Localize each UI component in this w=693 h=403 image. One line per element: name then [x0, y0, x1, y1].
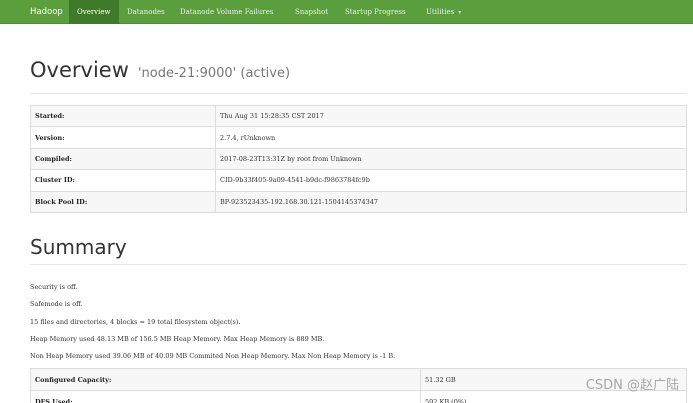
- summary-line: 15 files and directories, 4 blocks = 19 …: [30, 318, 241, 326]
- overview-heading: Overview: [30, 58, 129, 82]
- watermark: CSDN @赵广陆: [585, 378, 679, 393]
- row-key: Version:: [30, 126, 216, 149]
- table-row: Block Pool ID: BP-923523435-192.168.30.1…: [30, 190, 687, 213]
- nav-utilities[interactable]: Utilities ▾: [426, 0, 461, 24]
- summary-heading: Summary: [30, 235, 127, 259]
- divider: [30, 264, 687, 265]
- chevron-down-icon: ▾: [458, 9, 462, 16]
- row-key: Block Pool ID:: [30, 190, 216, 213]
- row-value: 2017-08-23T13:31Z by root from Unknown: [215, 147, 687, 171]
- row-value: BP-923523435-192.168.30.121-150414537434…: [215, 190, 687, 213]
- row-value: CID-9b33f405-9a09-4541-b9dc-f9863784fc9b: [215, 169, 687, 192]
- nav-datanode-volume-failures[interactable]: Datanode Volume Failures: [180, 0, 273, 24]
- row-key: Cluster ID:: [30, 169, 216, 192]
- table-row: Cluster ID: CID-9b33f405-9a09-4541-b9dc-…: [30, 169, 687, 192]
- top-navbar: Hadoop Overview Datanodes Datanode Volum…: [0, 0, 693, 24]
- brand-logo[interactable]: Hadoop: [0, 0, 70, 24]
- table-row: Started: Thu Aug 31 15:28:35 CST 2017: [30, 104, 687, 128]
- row-key: DFS Used:: [30, 390, 421, 403]
- overview-table: Started: Thu Aug 31 15:28:35 CST 2017 Ve…: [30, 104, 687, 213]
- nav-datanodes[interactable]: Datanodes: [127, 0, 165, 24]
- nav-startup-progress[interactable]: Startup Progress: [345, 0, 406, 24]
- row-key: Started:: [30, 104, 216, 128]
- summary-line: Safemode is off.: [30, 300, 83, 308]
- row-value: Thu Aug 31 15:28:35 CST 2017: [215, 104, 687, 128]
- nav-snapshot[interactable]: Snapshot: [295, 0, 328, 24]
- row-key: Compiled:: [30, 147, 216, 171]
- table-row: Version: 2.7.4, rUnknown: [30, 126, 687, 149]
- page-title: Overview 'node-21:9000' (active): [30, 58, 290, 82]
- nav-overview[interactable]: Overview: [69, 0, 119, 24]
- summary-line: Non Heap Memory used 39.06 MB of 40.09 M…: [30, 352, 396, 360]
- nav-utilities-label: Utilities: [426, 8, 455, 16]
- table-row: Compiled: 2017-08-23T13:31Z by root from…: [30, 147, 687, 171]
- row-key: Configured Capacity:: [30, 368, 421, 391]
- summary-line: Security is off.: [30, 283, 78, 291]
- overview-subtitle: 'node-21:9000' (active): [137, 66, 291, 81]
- row-value: 2.7.4, rUnknown: [215, 126, 687, 149]
- divider: [30, 93, 687, 94]
- summary-line: Heap Memory used 48.13 MB of 156.5 MB He…: [30, 335, 325, 343]
